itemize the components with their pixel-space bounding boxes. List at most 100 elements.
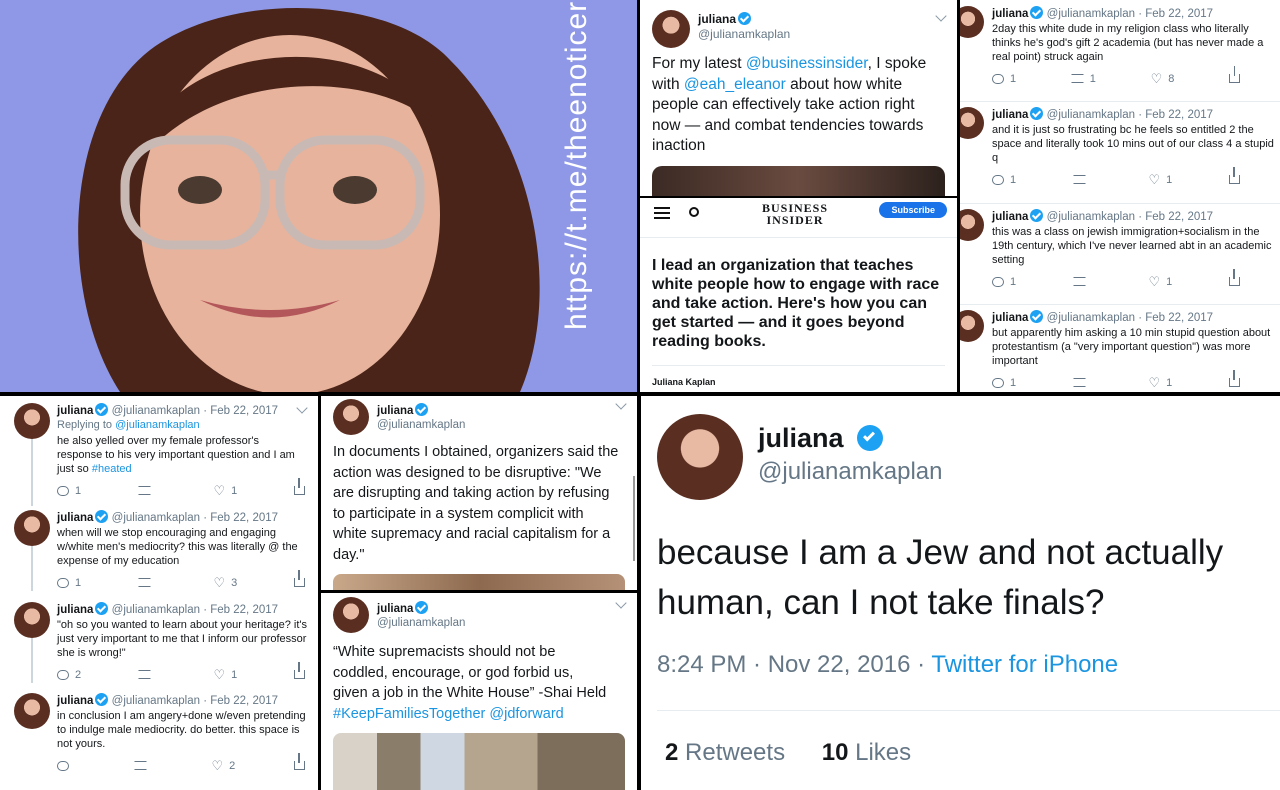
author-handle[interactable]: @julianamkaplan (758, 457, 942, 487)
reply-icon[interactable] (57, 577, 69, 588)
share-icon[interactable] (1228, 370, 1240, 387)
avatar[interactable] (652, 10, 690, 48)
avatar[interactable] (960, 107, 984, 139)
mention-link[interactable]: @businessinsider (746, 55, 868, 72)
retweet-icon[interactable] (1070, 74, 1084, 83)
author-name[interactable]: juliana (57, 405, 93, 417)
reply-icon[interactable] (992, 174, 1004, 185)
author-name[interactable]: juliana (758, 423, 844, 453)
author-handle[interactable]: @julianamkaplan (377, 418, 465, 432)
author-name[interactable]: juliana (992, 312, 1028, 324)
author-handle[interactable]: @julianamkaplan (377, 616, 465, 630)
author-name[interactable]: juliana (992, 211, 1028, 223)
tweet-date[interactable]: · Feb 22, 2017 (1138, 8, 1213, 20)
scrollbar[interactable] (633, 476, 635, 561)
author-handle[interactable]: @julianamkaplan (1047, 109, 1135, 121)
retweet-icon[interactable] (137, 578, 151, 587)
chevron-down-icon[interactable] (935, 10, 947, 22)
retweet-icon[interactable] (137, 486, 151, 495)
media-preview[interactable] (333, 733, 625, 790)
like-count[interactable]: 10 Likes (822, 739, 911, 766)
author-name[interactable]: juliana (57, 604, 93, 616)
like-icon[interactable]: ♡ (1149, 275, 1161, 288)
hashtag-link[interactable]: #heated (92, 463, 132, 475)
author-name[interactable]: juliana (377, 603, 413, 615)
reply-icon[interactable] (57, 760, 69, 771)
thread-tweet[interactable]: juliana @julianamkaplan · Feb 22, 2017 2… (960, 6, 1280, 85)
avatar[interactable] (960, 310, 984, 342)
tweet-source-link[interactable]: Twitter for iPhone (931, 651, 1118, 678)
like-icon[interactable]: ♡ (214, 576, 226, 589)
thread-tweet[interactable]: juliana @julianamkaplan · Feb 22, 2017 a… (960, 107, 1280, 186)
avatar[interactable] (657, 414, 743, 500)
author-handle[interactable]: @julianamkaplan (1047, 211, 1135, 223)
like-icon[interactable]: ♡ (1151, 72, 1163, 85)
like-icon[interactable]: ♡ (1149, 173, 1161, 186)
tweet-date[interactable]: · Feb 22, 2017 (1138, 312, 1213, 324)
tweet-date[interactable]: · Feb 22, 2017 (1138, 211, 1213, 223)
author-handle[interactable]: @julianamkaplan (1047, 312, 1135, 324)
thread-tweet[interactable]: juliana @julianamkaplan · Feb 22, 2017 i… (14, 693, 311, 772)
author-name[interactable]: juliana (57, 512, 93, 524)
author-handle[interactable]: @julianamkaplan (112, 512, 200, 524)
mention-link[interactable]: @eah_eleanor (684, 76, 786, 93)
author-name[interactable]: juliana (992, 109, 1028, 121)
tweet-date[interactable]: · Feb 22, 2017 (203, 604, 278, 616)
avatar[interactable] (960, 6, 984, 38)
reply-icon[interactable] (992, 377, 1004, 388)
thread-tweet[interactable]: juliana @julianamkaplan · Feb 22, 2017 w… (14, 510, 307, 589)
like-icon[interactable]: ♡ (214, 484, 226, 497)
tweet-date[interactable]: · Feb 22, 2017 (203, 512, 278, 524)
retweet-count[interactable]: 2 Retweets (665, 739, 785, 766)
chevron-down-icon[interactable] (615, 597, 627, 609)
author-name[interactable]: juliana (377, 405, 413, 417)
tweet-date[interactable]: · Feb 22, 2017 (1138, 109, 1213, 121)
replying-to-link[interactable]: @julianamkaplan (115, 419, 200, 431)
search-icon[interactable] (689, 207, 699, 217)
retweet-icon[interactable] (133, 761, 147, 770)
menu-icon[interactable] (654, 207, 670, 219)
tweet-timestamp[interactable]: 8:24 PM · Nov 22, 2016 · (657, 651, 931, 678)
thread-tweet[interactable]: juliana @julianamkaplan · Feb 22, 2017 "… (14, 602, 307, 681)
tweet-shai-held-panel[interactable]: juliana @julianamkaplan “White supremaci… (321, 593, 637, 790)
retweet-icon[interactable] (137, 670, 151, 679)
author-handle[interactable]: @julianamkaplan (698, 27, 790, 42)
chevron-down-icon[interactable] (615, 398, 627, 410)
avatar[interactable] (333, 399, 369, 435)
share-icon[interactable] (293, 753, 305, 770)
mention-link[interactable]: @jdforward (485, 706, 563, 722)
thread-tweet[interactable]: juliana @julianamkaplan · Feb 22, 2017 b… (960, 310, 1280, 389)
thread-tweet[interactable]: juliana @julianamkaplan · Feb 22, 2017 R… (14, 403, 307, 497)
author-name[interactable]: juliana (992, 8, 1028, 20)
reply-icon[interactable] (57, 669, 69, 680)
subscribe-button[interactable]: Subscribe (879, 202, 947, 218)
retweet-icon[interactable] (1072, 378, 1086, 387)
share-icon[interactable] (293, 478, 305, 495)
media-preview[interactable] (333, 574, 625, 590)
author-name[interactable]: juliana (57, 695, 93, 707)
share-icon[interactable] (293, 570, 305, 587)
like-icon[interactable]: ♡ (214, 668, 226, 681)
like-icon[interactable]: ♡ (211, 759, 223, 772)
link-card-image[interactable] (652, 166, 945, 196)
author-handle[interactable]: @julianamkaplan (112, 405, 200, 417)
avatar[interactable] (14, 602, 50, 638)
share-icon[interactable] (1229, 66, 1240, 83)
share-icon[interactable] (293, 662, 305, 679)
avatar[interactable] (333, 597, 369, 633)
author-handle[interactable]: @julianamkaplan (112, 604, 200, 616)
article-headline[interactable]: I lead an organization that teaches whit… (640, 238, 957, 351)
retweet-icon[interactable] (1072, 277, 1086, 286)
share-icon[interactable] (1228, 167, 1240, 184)
thread-tweet[interactable]: juliana @julianamkaplan · Feb 22, 2017 t… (960, 209, 1280, 288)
tweet-large-panel[interactable]: juliana @julianamkaplan because I am a J… (641, 396, 1280, 790)
share-icon[interactable] (1228, 269, 1240, 286)
avatar[interactable] (14, 510, 50, 546)
retweet-icon[interactable] (1072, 175, 1086, 184)
avatar[interactable] (14, 403, 50, 439)
tweet-businessinsider-panel[interactable]: juliana @julianamkaplan For my latest @b… (640, 0, 957, 196)
tweet-date[interactable]: · Feb 22, 2017 (203, 405, 278, 417)
author-handle[interactable]: @julianamkaplan (1047, 8, 1135, 20)
article-author[interactable]: Juliana Kaplan (652, 377, 716, 387)
author-name[interactable]: juliana (698, 12, 736, 26)
